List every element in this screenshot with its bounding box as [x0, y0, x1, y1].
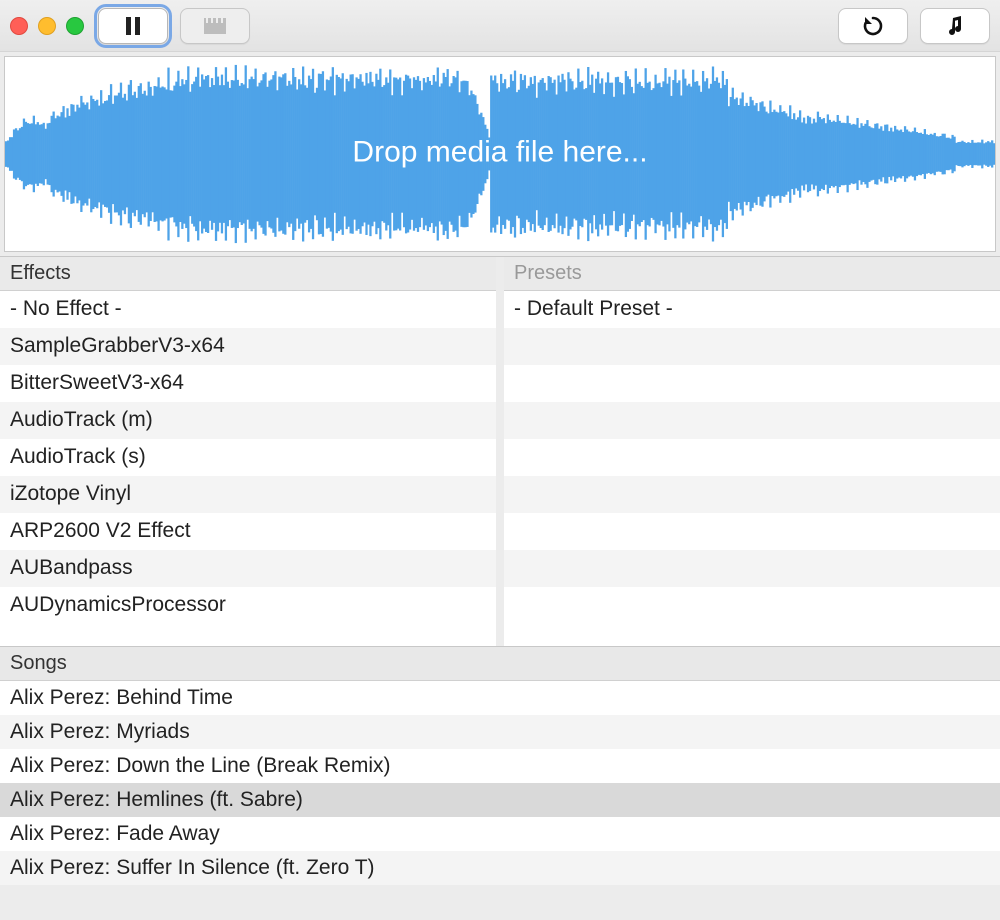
- effects-item[interactable]: AUBandpass: [0, 550, 496, 587]
- effects-item[interactable]: AudioTrack (m): [0, 402, 496, 439]
- effects-item[interactable]: - No Effect -: [0, 291, 496, 328]
- song-row[interactable]: Alix Perez: Down the Line (Break Remix): [0, 749, 1000, 783]
- project-button: [180, 8, 250, 44]
- song-row[interactable]: Alix Perez: Suffer In Silence (ft. Zero …: [0, 851, 1000, 885]
- presets-item[interactable]: [504, 365, 1000, 402]
- window-controls: [10, 17, 84, 35]
- songs-list[interactable]: Alix Perez: Behind TimeAlix Perez: Myria…: [0, 681, 1000, 885]
- middle-panels: Effects - No Effect -SampleGrabberV3-x64…: [0, 256, 1000, 646]
- effects-item[interactable]: iZotope Vinyl: [0, 476, 496, 513]
- minimize-window-button[interactable]: [38, 17, 56, 35]
- presets-list[interactable]: - Default Preset -: [504, 291, 1000, 646]
- close-window-button[interactable]: [10, 17, 28, 35]
- effects-item[interactable]: BitterSweetV3-x64: [0, 365, 496, 402]
- app-window: Drop media file here... Effects - No Eff…: [0, 0, 1000, 920]
- reload-icon: [861, 14, 885, 38]
- song-row[interactable]: Alix Perez: Hemlines (ft. Sabre): [0, 783, 1000, 817]
- presets-item[interactable]: - Default Preset -: [504, 291, 1000, 328]
- effects-item[interactable]: AudioTrack (s): [0, 439, 496, 476]
- waveform-dropzone[interactable]: Drop media file here...: [4, 56, 996, 252]
- presets-item[interactable]: [504, 550, 1000, 587]
- zoom-window-button[interactable]: [66, 17, 84, 35]
- effects-item[interactable]: AUDynamicsProcessor: [0, 587, 496, 624]
- effects-list[interactable]: - No Effect -SampleGrabberV3-x64BitterSw…: [0, 291, 496, 646]
- song-row[interactable]: Alix Perez: Fade Away: [0, 817, 1000, 851]
- presets-panel: Presets - Default Preset -: [504, 257, 1000, 646]
- songs-header: Songs: [0, 647, 1000, 681]
- song-row[interactable]: Alix Perez: Myriads: [0, 715, 1000, 749]
- effects-header: Effects: [0, 257, 496, 291]
- effects-panel: Effects - No Effect -SampleGrabberV3-x64…: [0, 257, 504, 646]
- presets-item[interactable]: [504, 476, 1000, 513]
- effects-item[interactable]: ARP2600 V2 Effect: [0, 513, 496, 550]
- waveform-graphic: [5, 57, 995, 251]
- titlebar: [0, 0, 1000, 52]
- effects-item[interactable]: SampleGrabberV3-x64: [0, 328, 496, 365]
- presets-item[interactable]: [504, 587, 1000, 624]
- reload-button[interactable]: [838, 8, 908, 44]
- pause-button[interactable]: [98, 8, 168, 44]
- note-button[interactable]: [920, 8, 990, 44]
- presets-item[interactable]: [504, 402, 1000, 439]
- songs-panel: Songs Alix Perez: Behind TimeAlix Perez:…: [0, 646, 1000, 885]
- presets-item[interactable]: [504, 328, 1000, 365]
- song-row[interactable]: Alix Perez: Behind Time: [0, 681, 1000, 715]
- presets-item[interactable]: [504, 439, 1000, 476]
- pause-icon: [123, 15, 143, 37]
- music-note-icon: [945, 15, 965, 37]
- presets-item[interactable]: [504, 513, 1000, 550]
- clapper-icon: [203, 17, 227, 35]
- presets-header: Presets: [504, 257, 1000, 291]
